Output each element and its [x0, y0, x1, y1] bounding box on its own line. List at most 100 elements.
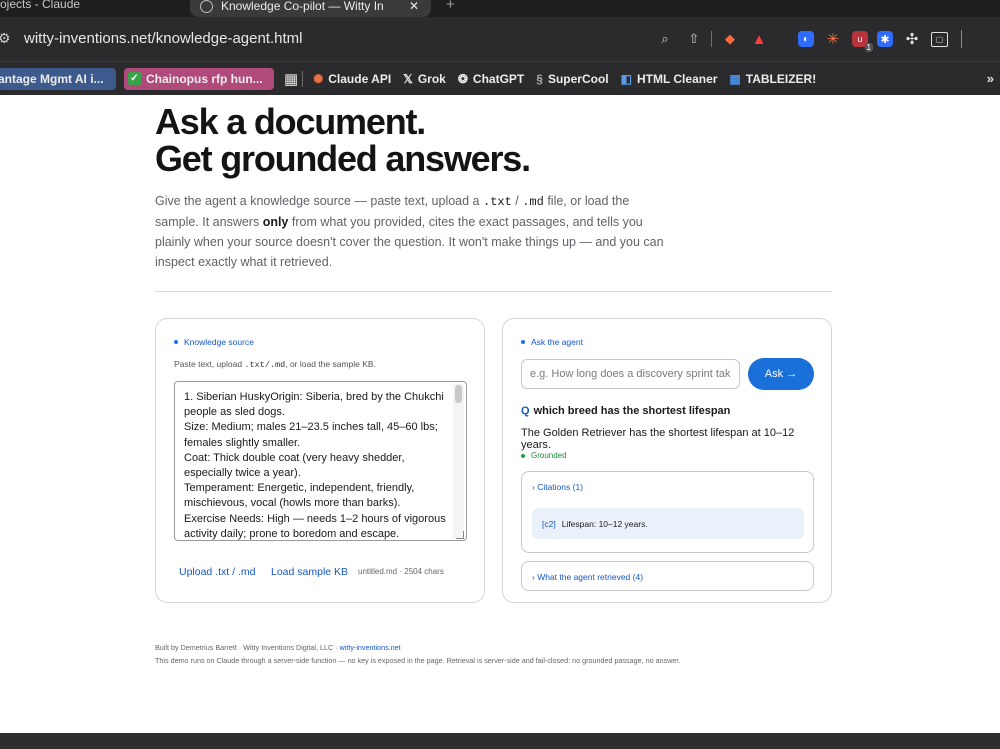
retrieved-panel: › What the agent retrieved (4)	[521, 561, 814, 591]
citation-text: Lifespan: 10–12 years.	[561, 518, 648, 529]
status-dot-icon	[521, 453, 525, 458]
extension-gear-icon[interactable]: ✱	[877, 31, 893, 47]
bookmark-label: HTML Cleaner	[636, 71, 718, 86]
brave-rewards-icon[interactable]: ▲	[749, 29, 769, 49]
html-cleaner-icon: ◧	[620, 71, 632, 86]
bookmark-label: ChatGPT	[472, 71, 525, 86]
lede-emphasis: only	[262, 215, 289, 229]
tab-active[interactable]: Knowledge Co-pilot — Witty In ✕	[190, 0, 431, 17]
title-line-1: Ask a document.	[155, 101, 426, 142]
bookmarks-overflow-icon[interactable]: »	[987, 71, 994, 86]
answer-text: The Golden Retriever has the shortest li…	[521, 427, 795, 451]
globe-icon	[200, 0, 213, 13]
extension-toolbar: ⌕ ⇧ ◆ ▲ ◐ ✳ u1 ✱ ✣ ▢	[655, 29, 962, 52]
status-text: Grounded	[531, 451, 567, 460]
share-icon[interactable]: ⇧	[684, 29, 704, 49]
bookmark-item[interactable]: ◧ HTML Cleaner	[615, 68, 724, 90]
citations-toggle[interactable]: › Citations (1)	[532, 482, 583, 492]
browser-tab-bar: ojects - Claude Knowledge Co-pilot — Wit…	[0, 0, 1000, 17]
checkmark-icon: ✓	[128, 72, 141, 85]
resize-grip-icon[interactable]	[456, 531, 464, 539]
question-input[interactable]	[521, 359, 740, 389]
table-icon: ▦	[729, 71, 741, 86]
section-label-text: Ask the agent	[531, 337, 583, 347]
site-settings-icon[interactable]: ⚙	[0, 30, 11, 47]
page-footer: Built by Demetrius Barrett · Witty Inven…	[155, 641, 680, 667]
x-logo-icon: 𝕏	[403, 71, 413, 86]
close-icon[interactable]: ✕	[409, 0, 419, 13]
bullet-dot-icon	[174, 340, 178, 344]
grounded-status: Grounded	[521, 451, 567, 460]
question-text: which breed has the shortest lifespan	[533, 405, 731, 417]
tab-previous[interactable]: ojects - Claude	[0, 0, 80, 11]
toolbar-divider	[711, 31, 712, 47]
bookmark-item[interactable]: § SuperCool	[530, 68, 614, 90]
textarea-scrollbar[interactable]	[453, 384, 464, 538]
bookmark-item[interactable]: antage Mgmt AI i...	[0, 67, 116, 90]
section-label-text: Knowledge source	[184, 337, 254, 347]
claude-icon: ✺	[313, 71, 324, 86]
hint-text: , or load the sample KB.	[285, 359, 376, 369]
extension-bird-icon[interactable]: ◐	[798, 31, 814, 47]
title-line-2: Get grounded answers.	[155, 138, 531, 179]
bookmark-label: antage Mgmt AI i...	[0, 71, 104, 86]
citations-panel: › Citations (1) [c2] Lifespan: 10–12 year…	[521, 471, 814, 553]
bookmark-item[interactable]: 𝕏 Grok	[397, 68, 452, 90]
sidebar-toggle-icon[interactable]: ▢	[931, 31, 948, 47]
citation-item: [c2] Lifespan: 10–12 years.	[532, 508, 804, 539]
citation-id: [c2]	[542, 518, 556, 529]
lede-text: Give the agent a knowledge source — past…	[155, 194, 483, 208]
extension-notification-icon[interactable]: u1	[852, 31, 873, 52]
new-tab-icon[interactable]: +	[446, 0, 455, 13]
footer-credit: Built by Demetrius Barrett · Witty Inven…	[155, 643, 340, 652]
question-echo: Qwhich breed has the shortest lifespan	[521, 405, 730, 417]
bookmark-divider	[302, 70, 304, 87]
hint-code: .txt/.md	[244, 360, 286, 370]
footer-link[interactable]: witty-inventions.net	[340, 643, 401, 652]
supercool-icon: §	[536, 71, 543, 86]
knowledge-text[interactable]: 1. Siberian HuskyOrigin: Siberia, bred b…	[184, 390, 454, 540]
zoom-icon[interactable]: ⌕	[655, 29, 675, 49]
ask-agent-card: Ask the agent Ask → Qwhich breed has the…	[502, 318, 832, 603]
question-marker: Q	[521, 405, 530, 417]
section-label: Ask the agent	[521, 337, 583, 347]
bookmarks-bar: antage Mgmt AI i... ✓ Chainopus rfp hun..…	[0, 61, 1000, 95]
toolbar-divider-end	[961, 30, 962, 48]
section-divider	[155, 291, 832, 292]
intro-paragraph: Give the agent a knowledge source — past…	[155, 191, 675, 272]
lede-sep: /	[511, 194, 523, 208]
openai-icon: ❂	[457, 71, 468, 86]
bullet-dot-icon	[521, 340, 525, 344]
scrollbar-thumb[interactable]	[455, 385, 462, 403]
url-field[interactable]: witty-inventions.net/knowledge-agent.htm…	[24, 30, 302, 47]
bookmark-item[interactable]: ▦ TABLEIZER!	[723, 68, 822, 90]
knowledge-source-card: Knowledge source Paste text, upload .txt…	[155, 318, 485, 603]
lede-code-md: .md	[522, 195, 544, 209]
bookmark-item[interactable]: ✓ Chainopus rfp hun...	[124, 67, 274, 90]
retrieved-toggle[interactable]: › What the agent retrieved (4)	[532, 572, 643, 582]
knowledge-textarea[interactable]: 1. Siberian HuskyOrigin: Siberia, bred b…	[174, 381, 467, 541]
section-label: Knowledge source	[174, 337, 254, 347]
hint-text: Paste text, upload	[174, 359, 245, 369]
upload-button[interactable]: Upload .txt / .md	[179, 566, 255, 578]
brave-shield-icon[interactable]: ◆	[720, 29, 740, 49]
load-sample-button[interactable]: Load sample KB	[271, 566, 348, 578]
knowledge-hint: Paste text, upload .txt/.md, or load the…	[174, 359, 376, 370]
footer-note: This demo runs on Claude through a serve…	[155, 656, 681, 665]
apps-grid-icon[interactable]: ▦	[284, 70, 298, 88]
tab-title: Knowledge Co-pilot — Witty In	[221, 0, 384, 13]
bookmark-label: Chainopus rfp hun...	[146, 71, 263, 86]
extension-claude-icon[interactable]: ✳	[823, 29, 843, 49]
file-info: untitled.md · 2504 chars	[358, 567, 444, 576]
page-title: Ask a document. Get grounded answers.	[155, 103, 835, 177]
address-bar: ⚙ witty-inventions.net/knowledge-agent.h…	[0, 17, 1000, 61]
bookmark-label: TABLEIZER!	[745, 71, 817, 86]
window-bottom-edge	[0, 733, 1000, 749]
bookmark-item[interactable]: ❂ ChatGPT	[452, 68, 530, 90]
page-content: Ask a document. Get grounded answers. Gi…	[0, 95, 1000, 733]
bookmark-item[interactable]: ✺ Claude API	[307, 68, 397, 90]
ask-button[interactable]: Ask →	[748, 358, 814, 390]
hero: Ask a document. Get grounded answers.	[155, 103, 835, 177]
extensions-puzzle-icon[interactable]: ✣	[902, 29, 922, 49]
